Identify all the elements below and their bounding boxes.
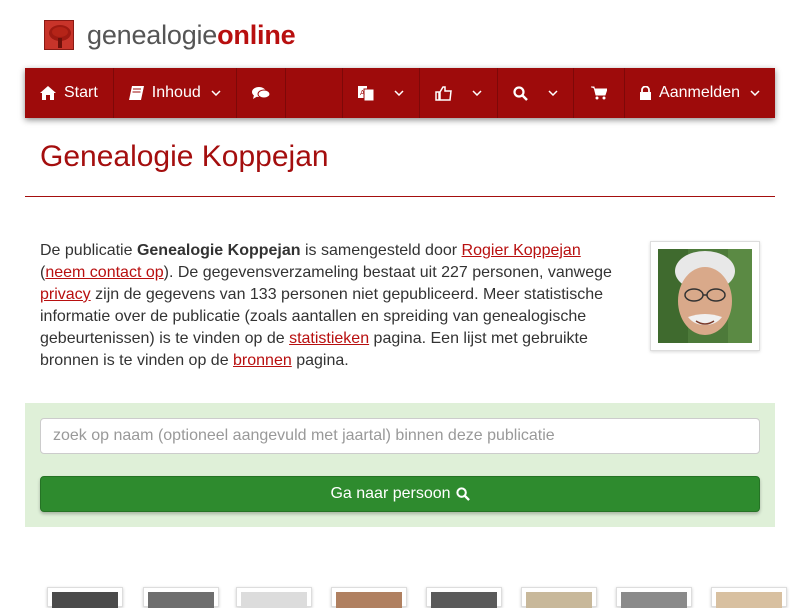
portrait-image bbox=[658, 249, 752, 343]
go-to-person-button[interactable]: Ga naar persoon bbox=[40, 476, 760, 512]
cart-icon bbox=[591, 86, 608, 100]
person-thumbnail[interactable] bbox=[47, 587, 123, 608]
person-search-input[interactable] bbox=[40, 418, 760, 454]
book-icon bbox=[128, 86, 144, 100]
author-portrait[interactable] bbox=[650, 241, 760, 351]
nav-inhoud[interactable]: Inhoud bbox=[114, 68, 237, 118]
lock-icon bbox=[640, 86, 652, 100]
person-thumbnail[interactable] bbox=[143, 587, 219, 608]
nav-inhoud-label: Inhoud bbox=[151, 84, 201, 101]
sources-link[interactable]: bronnen bbox=[233, 352, 292, 369]
nav-like[interactable] bbox=[420, 68, 499, 118]
nav-login[interactable]: Aanmelden bbox=[625, 68, 775, 118]
title-divider bbox=[25, 196, 775, 197]
chevron-down-icon bbox=[548, 90, 558, 96]
svg-text:A: A bbox=[360, 89, 365, 97]
portrait-thumbnails bbox=[0, 587, 800, 608]
chevron-down-icon bbox=[472, 90, 482, 96]
person-thumbnail[interactable] bbox=[426, 587, 502, 608]
home-icon bbox=[40, 86, 56, 100]
contact-link[interactable]: neem contact op bbox=[45, 264, 163, 281]
nav-spacer bbox=[286, 68, 344, 118]
chevron-down-icon bbox=[750, 90, 760, 96]
intro-text: ). De gegevensverzameling bestaat uit 22… bbox=[163, 264, 612, 281]
tree-logo-icon bbox=[44, 20, 74, 50]
main-navbar: Start Inhoud A Aanmelden bbox=[25, 68, 775, 118]
page-title: Genealogie Koppejan bbox=[40, 140, 329, 173]
comments-icon bbox=[251, 86, 270, 100]
nav-forum[interactable] bbox=[237, 68, 286, 118]
intro-text: De publicatie bbox=[40, 242, 137, 259]
nav-start[interactable]: Start bbox=[25, 68, 114, 118]
person-thumbnail[interactable] bbox=[331, 587, 407, 608]
intro-text: pagina. bbox=[291, 352, 349, 369]
privacy-link[interactable]: privacy bbox=[40, 286, 91, 303]
statistics-link[interactable]: statistieken bbox=[289, 330, 369, 347]
nav-start-label: Start bbox=[64, 84, 98, 101]
author-link[interactable]: Rogier Koppejan bbox=[462, 242, 581, 259]
person-thumbnail[interactable] bbox=[521, 587, 597, 608]
go-to-person-label: Ga naar persoon bbox=[330, 485, 451, 502]
thumbs-up-icon bbox=[435, 85, 452, 101]
search-icon bbox=[513, 85, 528, 101]
translate-icon: A bbox=[358, 85, 375, 101]
nav-cart[interactable] bbox=[574, 68, 626, 118]
chevron-down-icon bbox=[211, 90, 221, 96]
nav-language[interactable]: A bbox=[343, 68, 421, 118]
person-thumbnail[interactable] bbox=[711, 587, 787, 608]
person-thumbnail[interactable] bbox=[616, 587, 692, 608]
nav-login-label: Aanmelden bbox=[659, 84, 740, 101]
publication-name: Genealogie Koppejan bbox=[136, 242, 301, 259]
chevron-down-icon bbox=[394, 90, 404, 96]
publication-description: De publicatie Genealogie Koppejan is sam… bbox=[40, 240, 630, 372]
nav-search[interactable] bbox=[498, 68, 575, 118]
brand-name: genealogieonline bbox=[87, 19, 296, 50]
search-icon bbox=[455, 487, 470, 501]
site-logo[interactable]: genealogieonline bbox=[44, 18, 296, 52]
intro-text: is samengesteld door bbox=[300, 242, 462, 259]
search-panel: Ga naar persoon bbox=[25, 403, 775, 527]
person-thumbnail[interactable] bbox=[236, 587, 312, 608]
